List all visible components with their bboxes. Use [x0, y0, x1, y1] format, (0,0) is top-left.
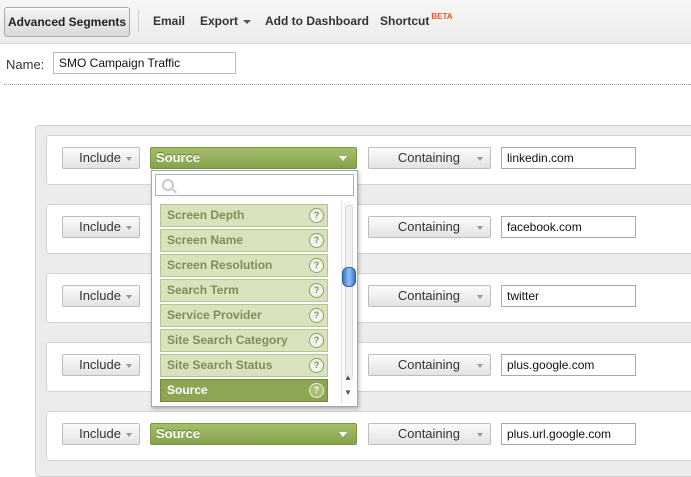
dropdown-scrollbar[interactable]: ▲ ▼	[341, 201, 356, 403]
dimension-label: Source	[156, 150, 201, 165]
help-icon[interactable]: ?	[309, 283, 324, 298]
dimension-dropdown-menu: Screen Depth? Screen Name? Screen Resolu…	[151, 170, 358, 407]
help-icon[interactable]: ?	[309, 258, 324, 273]
help-icon[interactable]: ?	[309, 208, 324, 223]
segment-name-input[interactable]	[53, 52, 236, 74]
divider	[4, 84, 691, 85]
match-type-dropdown[interactable]: Containing	[368, 216, 491, 238]
toolbar-divider	[138, 10, 139, 32]
scroll-up-icon[interactable]: ▲	[343, 373, 353, 382]
value-input[interactable]: plus.url.google.com	[501, 423, 636, 445]
dimension-option[interactable]: Search Term?	[160, 279, 328, 302]
dimension-option[interactable]: Site Search Status?	[160, 354, 328, 377]
match-type-dropdown[interactable]: Containing	[368, 354, 491, 376]
option-label: Site Search Status	[167, 358, 273, 372]
export-menu[interactable]: Export	[200, 14, 252, 28]
include-dropdown[interactable]: Include	[62, 147, 140, 169]
scrollbar-rail	[345, 205, 353, 379]
include-label: Include	[79, 426, 121, 441]
dimension-dropdown[interactable]: Source	[150, 147, 357, 169]
dropdown-arrow-icon	[477, 364, 483, 368]
advanced-segments-button[interactable]: Advanced Segments	[4, 7, 130, 37]
dimension-dropdown[interactable]: Source	[150, 423, 357, 445]
include-label: Include	[79, 219, 121, 234]
match-type-label: Containing	[397, 150, 460, 165]
scroll-down-icon[interactable]: ▼	[343, 388, 353, 397]
dropdown-arrow-icon	[126, 433, 132, 437]
add-to-dashboard-link[interactable]: Add to Dashboard	[265, 14, 369, 28]
name-label: Name:	[6, 57, 45, 72]
dropdown-arrow-icon	[126, 364, 132, 368]
help-icon[interactable]: ?	[309, 308, 324, 323]
dimension-option-selected[interactable]: Source?	[160, 379, 328, 402]
value-input[interactable]: facebook.com	[501, 216, 636, 238]
dimension-option[interactable]: Service Provider?	[160, 304, 328, 327]
export-label: Export	[200, 14, 239, 28]
dropdown-arrow-icon	[477, 295, 483, 299]
option-label: Screen Depth	[167, 208, 245, 222]
dropdown-search-input[interactable]	[155, 174, 354, 196]
dropdown-arrow-icon	[126, 295, 132, 299]
option-label: Site Search Category	[167, 333, 288, 347]
help-icon[interactable]: ?	[309, 333, 324, 348]
dropdown-arrow-icon	[477, 157, 483, 161]
help-icon[interactable]: ?	[309, 358, 324, 373]
include-dropdown[interactable]: Include	[62, 285, 140, 307]
option-label: Service Provider	[167, 308, 262, 322]
match-type-label: Containing	[397, 219, 460, 234]
dimension-label: Source	[156, 426, 201, 441]
include-label: Include	[79, 150, 121, 165]
include-label: Include	[79, 288, 121, 303]
shortcut-label: Shortcut	[380, 14, 430, 28]
dimension-option[interactable]: Screen Depth?	[160, 204, 328, 227]
email-link[interactable]: Email	[153, 14, 185, 28]
include-dropdown[interactable]: Include	[62, 423, 140, 445]
dropdown-arrow-icon	[477, 226, 483, 230]
value-input[interactable]: plus.google.com	[501, 354, 636, 376]
include-dropdown[interactable]: Include	[62, 216, 140, 238]
dropdown-arrow-icon	[126, 157, 132, 161]
dropdown-arrow-icon	[126, 226, 132, 230]
option-label: Search Term	[167, 283, 239, 297]
dropdown-arrow-icon	[477, 433, 483, 437]
chevron-down-icon	[339, 432, 347, 437]
help-icon[interactable]: ?	[309, 383, 324, 398]
dimension-option[interactable]: Screen Resolution?	[160, 254, 328, 277]
dimension-option[interactable]: Site Search Category?	[160, 329, 328, 352]
include-label: Include	[79, 357, 121, 372]
search-icon	[162, 179, 174, 191]
match-type-dropdown[interactable]: Containing	[368, 423, 491, 445]
scrollbar-thumb[interactable]	[342, 267, 356, 287]
match-type-dropdown[interactable]: Containing	[368, 285, 491, 307]
match-type-label: Containing	[397, 426, 460, 441]
chevron-down-icon	[243, 19, 252, 24]
match-type-label: Containing	[397, 288, 460, 303]
option-label: Screen Resolution	[167, 258, 273, 272]
match-type-dropdown[interactable]: Containing	[368, 147, 491, 169]
toolbar: Advanced Segments Email Export Add to Da…	[0, 0, 691, 44]
option-label: Screen Name	[167, 233, 244, 247]
value-input[interactable]: twitter	[501, 285, 636, 307]
chevron-down-icon	[339, 156, 347, 161]
option-label: Source	[167, 383, 208, 397]
help-icon[interactable]: ?	[309, 233, 324, 248]
beta-badge: BETA	[431, 12, 453, 21]
value-input[interactable]: linkedin.com	[501, 147, 636, 169]
dimension-option[interactable]: Screen Name?	[160, 229, 328, 252]
match-type-label: Containing	[397, 357, 460, 372]
include-dropdown[interactable]: Include	[62, 354, 140, 376]
dimension-list: Screen Depth? Screen Name? Screen Resolu…	[158, 198, 330, 404]
shortcut-link[interactable]: Shortcut BETA	[380, 12, 453, 28]
